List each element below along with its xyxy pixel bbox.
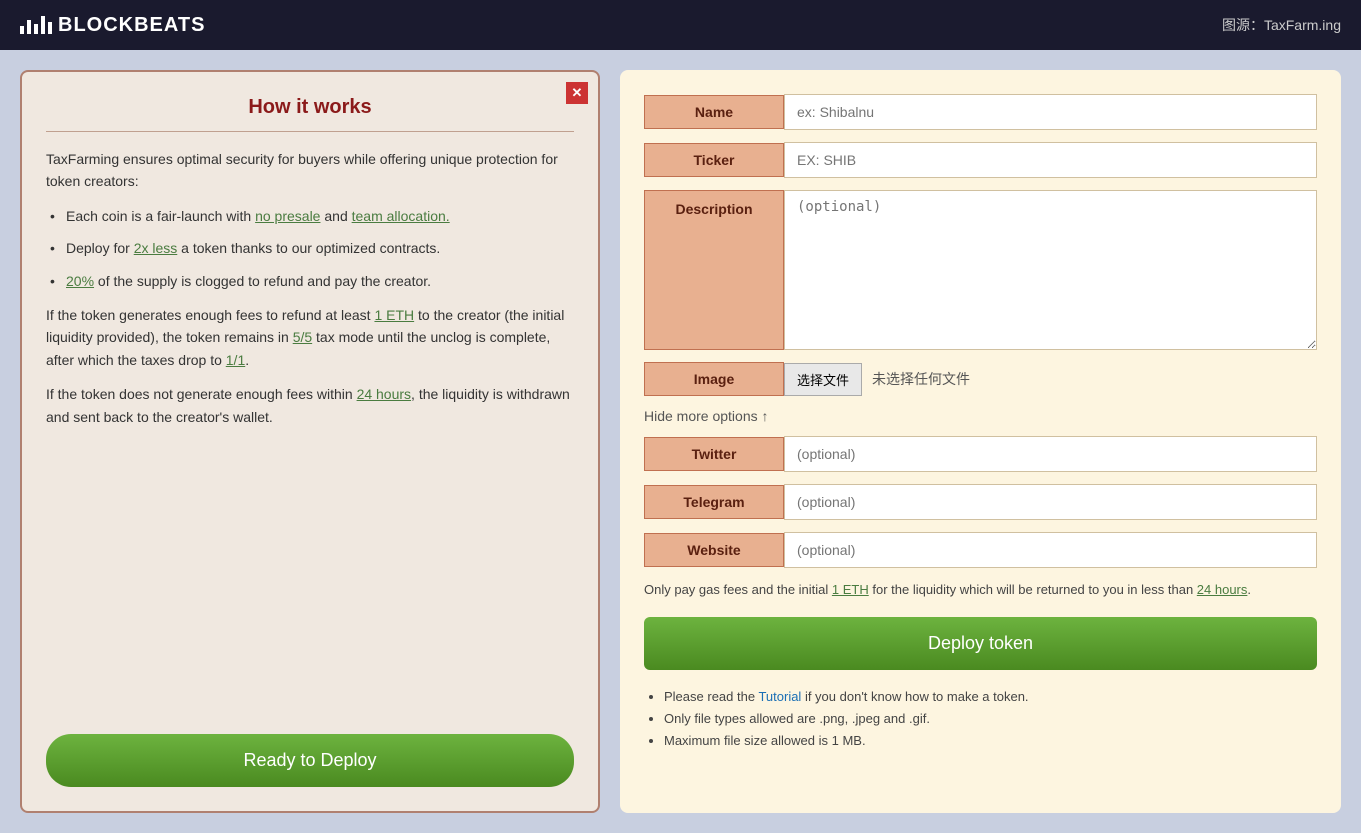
description-input[interactable]	[784, 190, 1317, 350]
paragraph-2: If the token does not generate enough fe…	[46, 383, 574, 428]
panel-body: TaxFarming ensures optimal security for …	[46, 148, 574, 714]
close-button[interactable]: ✕	[566, 82, 588, 104]
ticker-input[interactable]	[784, 142, 1317, 178]
ticker-label: Ticker	[644, 143, 784, 177]
name-row: Name	[644, 94, 1317, 130]
logo-text: BLOCKBEATS	[58, 14, 205, 37]
panel-divider	[46, 131, 574, 132]
bullet-2: Deploy for 2x less a token thanks to our…	[46, 237, 574, 259]
hide-options-toggle[interactable]: Hide more options ↑	[644, 408, 1317, 424]
choose-file-button[interactable]: 选择文件	[784, 363, 862, 396]
logo-bar-3	[34, 24, 38, 34]
panel-title: How it works	[46, 96, 574, 119]
logo: BLOCKBEATS	[20, 14, 205, 37]
2x-less-link[interactable]: 2x less	[134, 240, 178, 256]
twitter-label: Twitter	[644, 437, 784, 471]
name-label: Name	[644, 95, 784, 129]
logo-bar-1	[20, 26, 24, 34]
image-row: Image 选择文件 未选择任何文件	[644, 362, 1317, 396]
top-bar: BLOCKBEATS 图源：TaxFarm.ing	[0, 0, 1361, 50]
no-presale-link[interactable]: no presale	[255, 208, 320, 224]
bullet-note-3: Maximum file size allowed is 1 MB.	[664, 730, 1317, 752]
left-panel: ✕ How it works TaxFarming ensures optima…	[20, 70, 600, 813]
bullet-3: 20% of the supply is clogged to refund a…	[46, 270, 574, 292]
website-input[interactable]	[784, 532, 1317, 568]
logo-bar-4	[41, 16, 45, 34]
website-label: Website	[644, 533, 784, 567]
name-input[interactable]	[784, 94, 1317, 130]
ready-to-deploy-button[interactable]: Ready to Deploy	[46, 734, 574, 787]
main-content: ✕ How it works TaxFarming ensures optima…	[0, 50, 1361, 833]
paragraph-1: If the token generates enough fees to re…	[46, 304, 574, 371]
ticker-row: Ticker	[644, 142, 1317, 178]
deploy-token-button[interactable]: Deploy token	[644, 617, 1317, 670]
bullet-note-2: Only file types allowed are .png, .jpeg …	[664, 708, 1317, 730]
1eth-link-2[interactable]: 1 ETH	[832, 582, 869, 597]
no-file-text: 未选择任何文件	[872, 369, 970, 389]
telegram-row: Telegram	[644, 484, 1317, 520]
bullet-notes: Please read the Tutorial if you don't kn…	[644, 686, 1317, 752]
1eth-link-1[interactable]: 1 ETH	[374, 307, 414, 323]
description-row: Description	[644, 190, 1317, 350]
description-label: Description	[644, 190, 784, 350]
20-percent-link[interactable]: 20%	[66, 273, 94, 289]
5-5-link[interactable]: 5/5	[293, 329, 312, 345]
logo-bar-5	[48, 22, 52, 34]
intro-text: TaxFarming ensures optimal security for …	[46, 148, 574, 193]
twitter-input[interactable]	[784, 436, 1317, 472]
1-1-link[interactable]: 1/1	[226, 352, 245, 368]
logo-icon	[20, 16, 52, 34]
logo-bar-2	[27, 20, 31, 34]
image-label: Image	[644, 362, 784, 396]
right-panel: Name Ticker Description Image 选择文件 未选择任何…	[620, 70, 1341, 813]
feature-list: Each coin is a fair-launch with no presa…	[46, 205, 574, 292]
bullet-1: Each coin is a fair-launch with no presa…	[46, 205, 574, 227]
24hours-link-2[interactable]: 24 hours	[1197, 582, 1248, 597]
website-row: Website	[644, 532, 1317, 568]
bullet-note-1: Please read the Tutorial if you don't kn…	[664, 686, 1317, 708]
telegram-input[interactable]	[784, 484, 1317, 520]
tutorial-link[interactable]: Tutorial	[758, 689, 801, 704]
bottom-note: Only pay gas fees and the initial 1 ETH …	[644, 580, 1317, 601]
telegram-label: Telegram	[644, 485, 784, 519]
team-allocation-link[interactable]: team allocation.	[352, 208, 450, 224]
twitter-row: Twitter	[644, 436, 1317, 472]
24hours-link[interactable]: 24 hours	[357, 386, 411, 402]
attribution: 图源：TaxFarm.ing	[1222, 15, 1341, 35]
